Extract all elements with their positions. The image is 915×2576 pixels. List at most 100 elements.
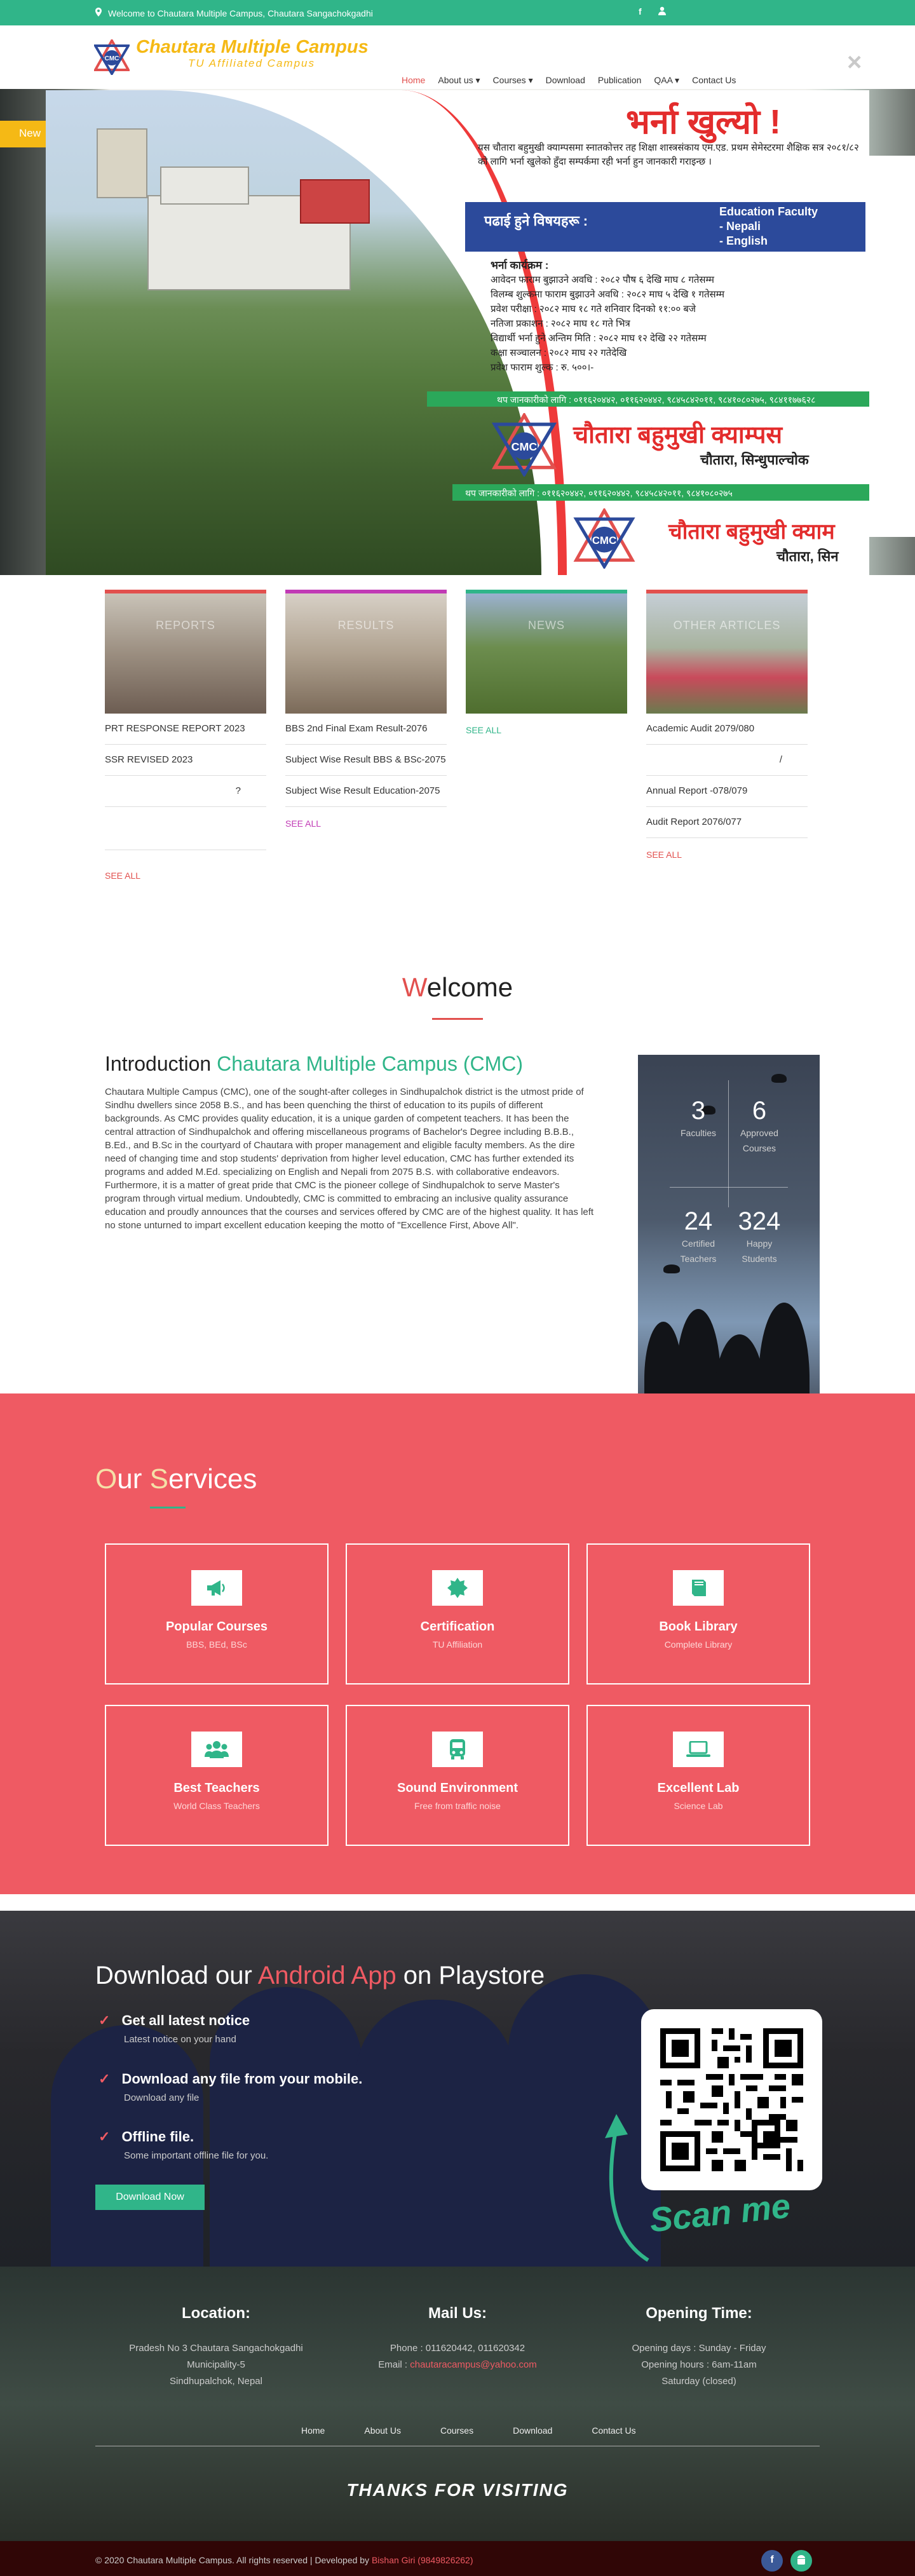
welcome-underline — [432, 1018, 483, 1020]
stat-happy-students: 324 Happy Students — [729, 1207, 789, 1266]
popup-logo: CMC — [491, 413, 557, 477]
app-heading-highlight: Android App — [257, 1962, 396, 1990]
app-feature-title: Offline file. — [121, 2129, 194, 2145]
card-image[interactable]: RESULTS — [285, 590, 447, 714]
campus-logo[interactable]: CMC — [94, 39, 130, 75]
schedule-line: प्रवेश फाराम शुल्क : रु. ५००।- — [491, 362, 594, 373]
see-all-link[interactable]: SEE ALL — [105, 871, 266, 881]
footer-nav-home[interactable]: Home — [301, 2425, 325, 2436]
subject-item: Education Faculty — [719, 205, 818, 218]
stat-faculties: 3 Faculties — [668, 1097, 728, 1141]
card-image[interactable]: OTHER ARTICLES — [646, 590, 808, 714]
card-image[interactable]: REPORTS — [105, 590, 266, 714]
footer-email-link[interactable]: chautaracampus@yahoo.com — [410, 2359, 537, 2370]
schedule-title: भर्ना कार्यक्रम : — [491, 259, 549, 271]
see-all-link[interactable]: SEE ALL — [466, 725, 627, 735]
service-subtitle: Science Lab — [674, 1801, 723, 1811]
popup-campus-place: चौतारा, सिन्धुपाल्चोक — [700, 452, 809, 468]
list-item[interactable]: Subject Wise Result BBS & BSc-2075 — [285, 745, 447, 776]
footer-nav-download[interactable]: Download — [513, 2425, 552, 2436]
service-subtitle: Free from traffic noise — [414, 1801, 501, 1811]
service-excellent-lab[interactable]: Excellent Lab Science Lab — [586, 1705, 810, 1846]
app-feature: ✓ Download any file from your mobile. Dow… — [98, 2071, 362, 2103]
list-item[interactable]: PRT RESPONSE REPORT 2023 — [105, 714, 266, 745]
service-book-library[interactable]: Book Library Complete Library — [586, 1543, 810, 1685]
brand-subtitle: TU Affiliated Campus — [188, 57, 315, 69]
service-best-teachers[interactable]: Best Teachers World Class Teachers — [105, 1705, 329, 1846]
users-icon — [191, 1732, 242, 1767]
footer-address-line: Municipality-5 — [187, 2359, 245, 2370]
list-item[interactable]: BBS 2nd Final Exam Result-2076 — [285, 714, 447, 745]
nav-contact-us[interactable]: Contact Us — [692, 75, 736, 86]
android-icon[interactable] — [790, 2550, 812, 2572]
service-subtitle: BBS, BEd, BSc — [186, 1639, 247, 1650]
site-footer: Location: Pradesh No 3 Chautara Sangacho… — [0, 2267, 915, 2541]
app-heading-tail: on Playstore — [396, 1962, 545, 1990]
intro-heading: Introduction Chautara Multiple Campus (C… — [105, 1052, 523, 1076]
card-image-label: REPORTS — [156, 619, 215, 632]
service-title: Sound Environment — [397, 1781, 518, 1795]
service-subtitle: Complete Library — [664, 1639, 733, 1650]
qr-code-icon — [660, 2028, 803, 2171]
check-icon: ✓ — [98, 2129, 111, 2145]
footer-address-line: Sindhupalchok, Nepal — [170, 2376, 262, 2387]
top-bar: Welcome to Chautara Multiple Campus, Cha… — [0, 0, 915, 25]
list-item[interactable]: SSR REVISED 2023 — [105, 745, 266, 776]
stat-number: 324 — [738, 1207, 781, 1235]
stats-divider-horizontal — [670, 1187, 788, 1188]
user-icon[interactable] — [658, 6, 666, 17]
service-sound-environment[interactable]: Sound Environment Free from traffic nois… — [346, 1705, 569, 1846]
footer-mail-heading: Mail Us: — [428, 2305, 487, 2322]
list-item[interactable]: Audit Report 2076/077 — [646, 807, 808, 838]
slide-contact-strip: थप जानकारीको लागि : ०११६२०४४२, ०११६२०४४२… — [452, 484, 869, 501]
developer-link[interactable]: Bishan Giri (9849826262) — [372, 2555, 473, 2565]
nav-courses[interactable]: Courses ▾ — [493, 75, 533, 86]
subjects-list: Education Faculty - Nepali - English — [719, 205, 818, 248]
nav-about-us[interactable]: About us ▾ — [438, 75, 480, 86]
list-item[interactable]: Subject Wise Result Education-2075 — [285, 776, 447, 807]
slide-logo: CMC — [573, 508, 635, 569]
list-item[interactable]: ? — [105, 776, 266, 807]
card-image-label: NEWS — [528, 619, 565, 632]
facebook-icon[interactable]: f — [639, 6, 642, 17]
stat-number: 24 — [684, 1207, 713, 1235]
nav-qaa[interactable]: QAA ▾ — [654, 75, 679, 86]
admission-popup[interactable]: भर्ना खुल्यो ! यस चौतारा बहुमुखी क्याम्प… — [46, 90, 869, 575]
popup-intro: यस चौतारा बहुमुखी क्याम्पसमा स्नातकोत्तर… — [478, 142, 859, 167]
slide-campus-name: चौतारा बहुमुखी क्याम — [668, 520, 835, 544]
list-item[interactable]: Academic Audit 2079/080 — [646, 714, 808, 745]
footer-nav-contact-us[interactable]: Contact Us — [592, 2425, 635, 2436]
list-item[interactable]: Annual Report -078/079 — [646, 776, 808, 807]
nav-publication[interactable]: Publication — [598, 75, 642, 86]
footer-address-line: Pradesh No 3 Chautara Sangachokgadhi — [129, 2343, 303, 2354]
service-certification[interactable]: Certification TU Affiliation — [346, 1543, 569, 1685]
nav-download[interactable]: Download — [546, 75, 585, 86]
stat-label: Faculties — [680, 1128, 717, 1138]
services-section: Our Services Popular Courses BBS, BEd, B… — [0, 1393, 915, 1894]
facebook-icon[interactable]: f — [761, 2550, 783, 2572]
stat-number: 3 — [691, 1097, 706, 1125]
see-all-link[interactable]: SEE ALL — [646, 850, 808, 860]
popup-close-button[interactable]: × — [847, 50, 862, 75]
nav-home[interactable]: Home — [402, 75, 425, 86]
qr-code-card[interactable] — [641, 2009, 822, 2190]
stat-label: Certified Teachers — [680, 1238, 717, 1264]
footer-location: Location: Pradesh No 3 Chautara Sangacho… — [102, 2305, 330, 2390]
see-all-link[interactable]: SEE ALL — [285, 818, 447, 829]
app-feature: ✓ Get all latest notice Latest notice on … — [98, 2012, 250, 2045]
service-title: Excellent Lab — [657, 1781, 740, 1795]
card-image[interactable]: NEWS — [466, 590, 627, 714]
footer-nav-courses[interactable]: Courses — [440, 2425, 473, 2436]
card-image-label: OTHER ARTICLES — [673, 619, 781, 632]
top-social-links: f — [639, 6, 666, 17]
download-now-button[interactable]: Download Now — [95, 2185, 205, 2210]
footer-nav-about-us[interactable]: About Us — [364, 2425, 401, 2436]
service-popular-courses[interactable]: Popular Courses BBS, BEd, BSc — [105, 1543, 329, 1685]
subject-item: - English — [719, 234, 768, 247]
hero-slide-edge — [869, 156, 915, 537]
list-item[interactable]: / — [646, 745, 808, 776]
brand-name[interactable]: Chautara Multiple Campus — [136, 37, 369, 58]
list-item[interactable] — [105, 807, 266, 850]
services-heading-ur: ur — [117, 1463, 150, 1495]
site-header: CMC Chautara Multiple Campus TU Affiliat… — [0, 25, 915, 89]
